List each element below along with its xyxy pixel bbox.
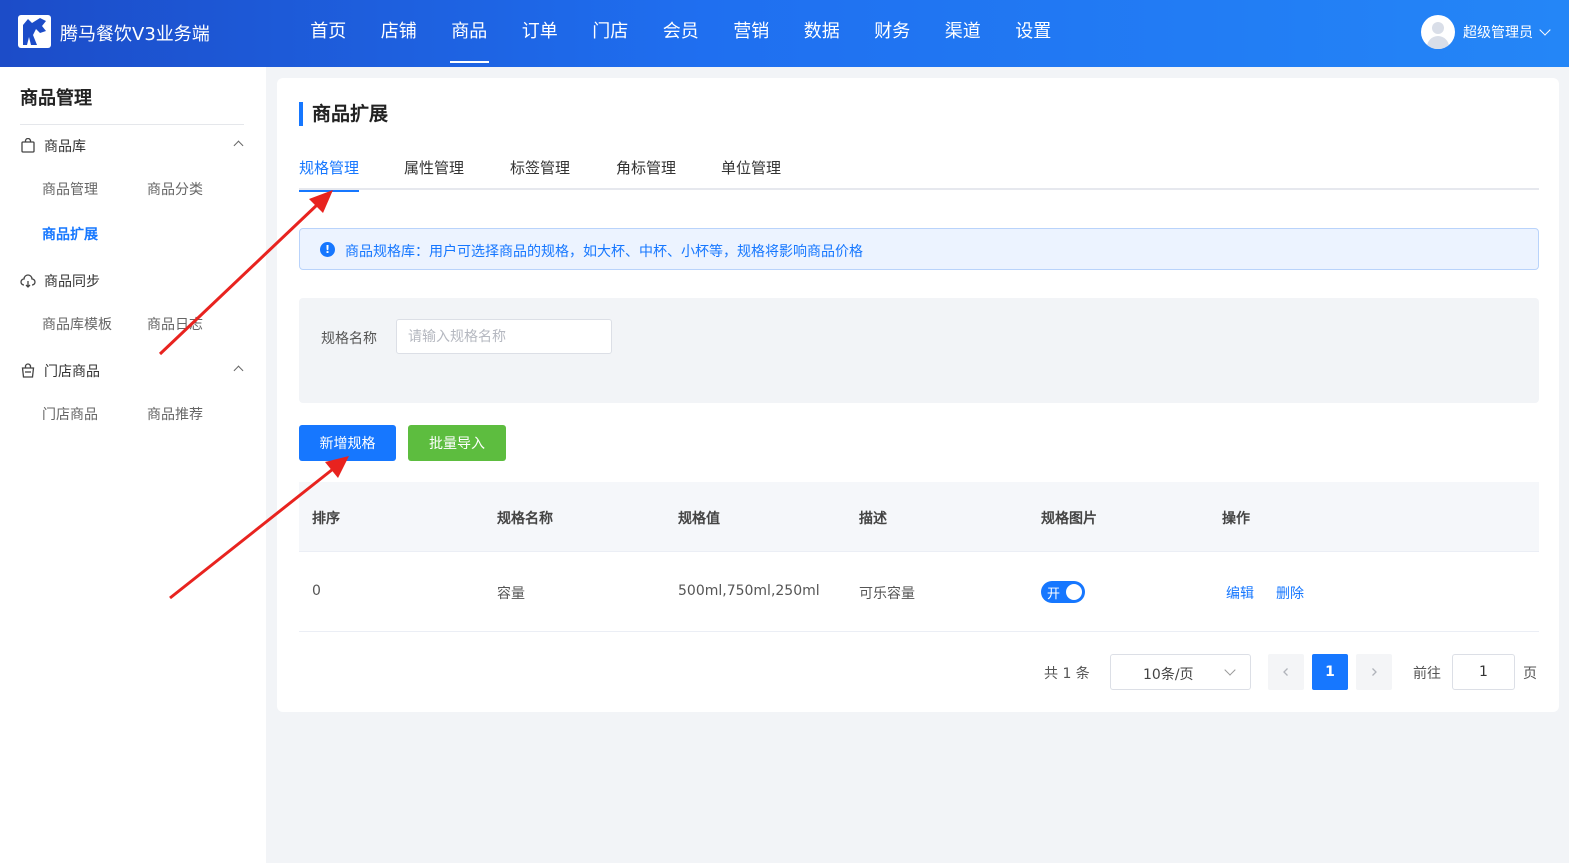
page-unit-label: 页 bbox=[1523, 666, 1537, 682]
filter-label: 规格名称 bbox=[321, 331, 377, 347]
sidebar-item-goods-recommend[interactable]: 商品推荐 bbox=[147, 404, 203, 424]
chevron-up-icon[interactable] bbox=[233, 140, 244, 151]
page-size-value: 10条/页 bbox=[1143, 667, 1194, 683]
info-icon: ! bbox=[320, 242, 335, 257]
shopping-bag-icon bbox=[21, 138, 35, 153]
nav-goods[interactable]: 商品 bbox=[434, 0, 505, 67]
spec-name-input[interactable] bbox=[396, 319, 612, 354]
page-title: 商品扩展 bbox=[312, 103, 389, 125]
nav-stores[interactable]: 门店 bbox=[575, 0, 646, 67]
chevron-down-icon[interactable] bbox=[1539, 24, 1551, 36]
column-header-desc: 描述 bbox=[859, 511, 887, 527]
tab-tag-manage[interactable]: 标签管理 bbox=[510, 156, 570, 190]
batch-import-button[interactable]: 批量导入 bbox=[408, 425, 506, 461]
goto-label: 前往 bbox=[1413, 666, 1441, 682]
column-header-actions: 操作 bbox=[1222, 511, 1250, 527]
column-header-values: 规格值 bbox=[678, 511, 720, 527]
sidebar-item-goods-extension[interactable]: 商品扩展 bbox=[42, 224, 98, 244]
brand-name: 腾马餐饮V3业务端 bbox=[60, 24, 210, 45]
column-header-image: 规格图片 bbox=[1041, 511, 1097, 527]
nav-marketing[interactable]: 营销 bbox=[716, 0, 787, 67]
nav-data[interactable]: 数据 bbox=[787, 0, 858, 67]
store-bag-icon bbox=[21, 363, 35, 378]
cloud-sync-icon bbox=[20, 274, 36, 288]
nav-home[interactable]: 首页 bbox=[293, 0, 364, 67]
sidebar-group-goods-library[interactable]: 商品库 bbox=[20, 134, 246, 158]
chevron-down-icon bbox=[1224, 664, 1236, 676]
tab-bar: 规格管理 属性管理 标签管理 角标管理 单位管理 bbox=[299, 156, 1539, 192]
sidebar-item-store-goods[interactable]: 门店商品 bbox=[42, 404, 98, 424]
cell-values: 500ml,750ml,250ml bbox=[678, 583, 820, 599]
nav-orders[interactable]: 订单 bbox=[505, 0, 576, 67]
sidebar: 商品管理 商品库 商品管理 商品分类 商品扩展 商品同步 商品库模板 商品日志 … bbox=[0, 67, 266, 863]
filter-panel: 规格名称 bbox=[299, 298, 1539, 403]
info-alert: ! 商品规格库：用户可选择商品的规格，如大杯、中杯、小杯等，规格将影响商品价格 bbox=[299, 228, 1539, 270]
column-header-sort: 排序 bbox=[312, 511, 340, 527]
sidebar-item-goods-manage[interactable]: 商品管理 bbox=[42, 179, 98, 199]
next-page-button[interactable] bbox=[1356, 654, 1392, 690]
main-nav: 首页 店铺 商品 订单 门店 会员 营销 数据 财务 渠道 设置 bbox=[293, 0, 1069, 67]
cell-name: 容量 bbox=[497, 586, 525, 602]
nav-members[interactable]: 会员 bbox=[646, 0, 717, 67]
sidebar-group-label: 商品库 bbox=[44, 139, 86, 155]
chevron-left-icon bbox=[1283, 668, 1288, 676]
user-name[interactable]: 超级管理员 bbox=[1463, 22, 1533, 42]
goto-page-input[interactable] bbox=[1452, 654, 1515, 690]
page-size-select[interactable]: 10条/页 bbox=[1110, 654, 1251, 690]
sidebar-title: 商品管理 bbox=[20, 88, 92, 109]
main-card: 商品扩展 规格管理 属性管理 标签管理 角标管理 单位管理 ! 商品规格库：用户… bbox=[277, 78, 1559, 712]
edit-link[interactable]: 编辑 bbox=[1226, 583, 1254, 603]
spec-table: 排序 规格名称 规格值 描述 规格图片 操作 0 容量 500ml,750ml,… bbox=[299, 482, 1539, 632]
sidebar-item-goods-category[interactable]: 商品分类 bbox=[147, 179, 203, 199]
nav-shop[interactable]: 店铺 bbox=[364, 0, 435, 67]
nav-settings[interactable]: 设置 bbox=[998, 0, 1069, 67]
sidebar-item-library-template[interactable]: 商品库模板 bbox=[42, 314, 112, 334]
toggle-label: 开 bbox=[1047, 587, 1061, 602]
horse-logo-icon bbox=[18, 15, 51, 48]
nav-channels[interactable]: 渠道 bbox=[928, 0, 999, 67]
sidebar-item-goods-log[interactable]: 商品日志 bbox=[147, 314, 203, 334]
cell-sort: 0 bbox=[312, 583, 321, 599]
table-row: 0 容量 500ml,750ml,250ml 可乐容量 开 编辑 删除 bbox=[299, 552, 1539, 632]
user-menu[interactable]: 超级管理员 bbox=[1421, 15, 1551, 49]
sidebar-group-store-goods[interactable]: 门店商品 bbox=[20, 359, 246, 383]
chevron-up-icon[interactable] bbox=[233, 365, 244, 376]
pagination: 共 1 条 10条/页 1 前往 页 bbox=[277, 654, 1559, 690]
sidebar-divider bbox=[20, 124, 244, 125]
page-number-1[interactable]: 1 bbox=[1312, 654, 1348, 690]
tab-badge-manage[interactable]: 角标管理 bbox=[616, 156, 676, 190]
prev-page-button[interactable] bbox=[1268, 654, 1304, 690]
cell-desc: 可乐容量 bbox=[859, 586, 915, 602]
toggle-knob bbox=[1066, 584, 1082, 600]
top-bar: 腾马餐饮V3业务端 首页 店铺 商品 订单 门店 会员 营销 数据 财务 渠道 … bbox=[0, 0, 1569, 67]
delete-link[interactable]: 删除 bbox=[1276, 583, 1304, 603]
total-count: 共 1 条 bbox=[1044, 666, 1090, 682]
add-spec-button[interactable]: 新增规格 bbox=[299, 425, 396, 461]
column-header-name: 规格名称 bbox=[497, 511, 553, 527]
sidebar-group-label: 商品同步 bbox=[44, 274, 100, 290]
tab-spec-manage[interactable]: 规格管理 bbox=[299, 156, 360, 192]
title-accent-bar bbox=[299, 102, 303, 126]
alert-text: 商品规格库：用户可选择商品的规格，如大杯、中杯、小杯等，规格将影响商品价格 bbox=[345, 244, 863, 260]
spec-image-toggle[interactable]: 开 bbox=[1041, 581, 1085, 603]
nav-finance[interactable]: 财务 bbox=[857, 0, 928, 67]
chevron-right-icon bbox=[1372, 668, 1377, 676]
sidebar-group-label: 门店商品 bbox=[44, 364, 100, 380]
tab-unit-manage[interactable]: 单位管理 bbox=[721, 156, 781, 190]
tab-attribute-manage[interactable]: 属性管理 bbox=[404, 156, 464, 190]
avatar[interactable] bbox=[1421, 15, 1455, 49]
sidebar-group-goods-sync[interactable]: 商品同步 bbox=[20, 269, 246, 293]
table-header: 排序 规格名称 规格值 描述 规格图片 操作 bbox=[299, 482, 1539, 552]
